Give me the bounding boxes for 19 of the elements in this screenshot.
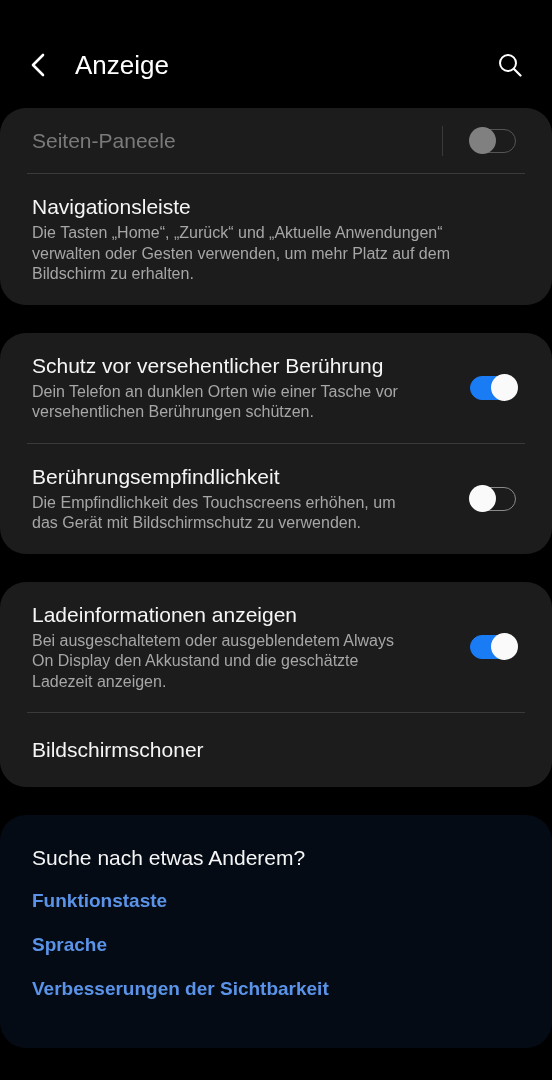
suggestion-link[interactable]: Sprache [32, 934, 107, 956]
item-description: Dein Telefon an dunklen Orten wie einer Tasche vor versehentlichen Berührungen schützen. [32, 381, 399, 422]
suggestion-link[interactable]: Verbesserungen der Sichtbarkeit [32, 978, 329, 1000]
item-description: Die Empfindlichkeit des Touchscreens erhöhen, um das Gerät mit Bildschirmschutz zu verwenden. [32, 492, 397, 533]
back-button[interactable] [30, 53, 46, 77]
item-title: Ladeinformationen anzeigen [32, 601, 299, 628]
search-icon[interactable] [498, 53, 522, 77]
item-title: Bildschirmschoner [32, 737, 205, 763]
item-description: Bei ausgeschaltetem oder ausgeblendetem Always On Display den Akkustand und die geschätzte Ladezeit anzeigen. [32, 630, 395, 692]
item-title: Berührungsempfindlichkeit [32, 463, 281, 490]
item-title: Navigationsleiste [32, 194, 192, 220]
toggle-switch[interactable] [470, 634, 516, 659]
toggle-switch[interactable] [470, 375, 516, 400]
suggestion-link[interactable]: Funktionstaste [32, 890, 168, 912]
item-title: Schutz vor versehentlicher Berührung [32, 352, 385, 379]
page-title: Anzeige [75, 49, 169, 81]
item-description: Die Tasten „Home“, „Zurück“ und „Aktuelle Anwendungen“ verwalten oder Gesten verwenden, um mehr Platz auf dem Bildschirm zu erhalten. [32, 223, 451, 284]
item-title: Seiten-Paneele [32, 127, 177, 154]
suggestions-title: Suche nach etwas Anderem? [32, 846, 306, 870]
